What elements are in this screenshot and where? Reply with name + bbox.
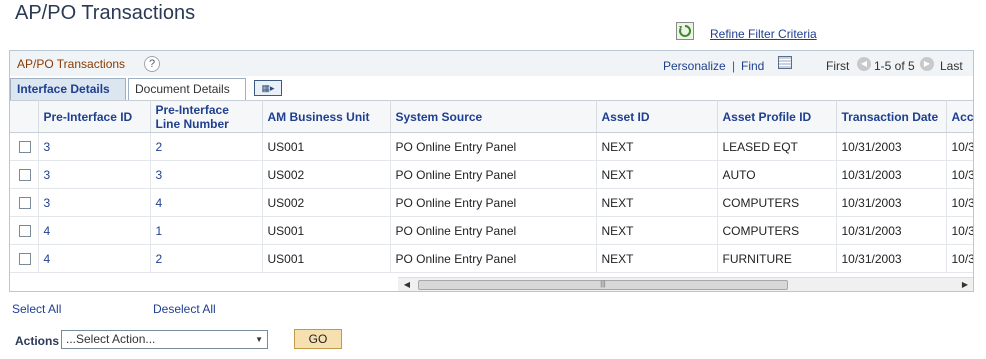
scroll-thumb[interactable]: |||: [418, 280, 788, 290]
chevron-down-icon: ▼: [255, 335, 263, 344]
last-label: Last: [940, 59, 963, 73]
column-header[interactable]: Acco: [946, 100, 973, 133]
line-number-link[interactable]: 2: [150, 132, 263, 161]
pre-interface-id-link[interactable]: 3: [38, 160, 151, 189]
asset-profile-cell: LEASED EQT: [717, 132, 837, 161]
next-arrow-icon[interactable]: ▶: [920, 57, 934, 71]
select-all-link[interactable]: Select All: [12, 302, 61, 316]
system-source-cell: PO Online Entry Panel: [390, 160, 597, 189]
asset-profile-cell: COMPUTERS: [717, 216, 837, 245]
row-checkbox[interactable]: [19, 253, 31, 266]
business-unit-cell: US001: [262, 244, 391, 273]
business-unit-cell: US002: [262, 160, 391, 189]
accounting-date-cell: 10/3: [946, 160, 973, 189]
asset-profile-cell: COMPUTERS: [717, 188, 837, 217]
go-button[interactable]: GO: [294, 329, 342, 349]
accounting-date-cell: 10/3: [946, 216, 973, 245]
pre-interface-id-link[interactable]: 3: [38, 132, 151, 161]
asset-id-cell: NEXT: [596, 132, 718, 161]
pre-interface-id-link[interactable]: 3: [38, 188, 151, 217]
column-header[interactable]: System Source: [390, 100, 597, 133]
asset-id-cell: NEXT: [596, 160, 718, 189]
table-row: 3 2 US001 PO Online Entry Panel NEXT LEA…: [10, 132, 973, 161]
refresh-icon[interactable]: [676, 22, 694, 40]
system-source-cell: PO Online Entry Panel: [390, 132, 597, 161]
line-number-link[interactable]: 2: [150, 244, 263, 273]
find-link[interactable]: Find: [741, 59, 764, 73]
accounting-date-cell: 10/3: [946, 244, 973, 273]
scroll-left-icon[interactable]: ◀: [400, 278, 414, 291]
previous-arrow-icon[interactable]: ◀: [857, 57, 871, 71]
row-checkbox[interactable]: [19, 225, 31, 238]
column-header[interactable]: Transaction Date: [836, 100, 947, 133]
actions-selected-value: ...Select Action...: [66, 332, 156, 346]
horizontal-scrollbar[interactable]: ◀ ||| ▶: [398, 277, 973, 291]
system-source-cell: PO Online Entry Panel: [390, 216, 597, 245]
table-row: 4 1 US001 PO Online Entry Panel NEXT COM…: [10, 216, 973, 245]
accounting-date-cell: 10/3: [946, 188, 973, 217]
personalize-link[interactable]: Personalize: [663, 59, 726, 73]
asset-id-cell: NEXT: [596, 216, 718, 245]
business-unit-cell: US001: [262, 216, 391, 245]
line-number-link[interactable]: 4: [150, 188, 263, 217]
column-header[interactable]: AM Business Unit: [262, 100, 391, 133]
asset-id-cell: NEXT: [596, 244, 718, 273]
transaction-date-cell: 10/31/2003: [836, 132, 947, 161]
business-unit-cell: US001: [262, 132, 391, 161]
table-header-row: Pre-Interface ID Pre-Interface Line Numb…: [10, 100, 973, 133]
transactions-grid: AP/PO Transactions ? Personalize | Find …: [9, 50, 974, 292]
row-range: 1-5 of 5: [874, 59, 915, 73]
actions-dropdown[interactable]: ...Select Action... ▼: [61, 330, 268, 349]
pre-interface-id-link[interactable]: 4: [38, 216, 151, 245]
table-row: 4 2 US001 PO Online Entry Panel NEXT FUR…: [10, 244, 973, 273]
transaction-date-cell: 10/31/2003: [836, 160, 947, 189]
asset-profile-cell: AUTO: [717, 160, 837, 189]
asset-id-cell: NEXT: [596, 188, 718, 217]
system-source-cell: PO Online Entry Panel: [390, 188, 597, 217]
scroll-right-icon[interactable]: ▶: [958, 278, 972, 291]
select-column-header: [10, 100, 39, 133]
page-title: AP/PO Transactions: [15, 2, 196, 24]
row-checkbox[interactable]: [19, 141, 31, 154]
column-header[interactable]: Pre-Interface Line Number: [150, 100, 263, 133]
data-table: Pre-Interface ID Pre-Interface Line Numb…: [10, 100, 973, 273]
first-label: First: [826, 59, 850, 73]
transaction-date-cell: 10/31/2003: [836, 216, 947, 245]
help-icon[interactable]: ?: [144, 56, 160, 72]
row-checkbox[interactable]: [19, 169, 31, 182]
separator: |: [732, 59, 736, 73]
tab-interface-details[interactable]: Interface Details: [10, 78, 126, 100]
transaction-date-cell: 10/31/2003: [836, 188, 947, 217]
grid-title: AP/PO Transactions: [17, 57, 126, 71]
column-header[interactable]: Pre-Interface ID: [38, 100, 151, 133]
asset-profile-cell: FURNITURE: [717, 244, 837, 273]
transaction-date-cell: 10/31/2003: [836, 244, 947, 273]
table-row: 3 3 US002 PO Online Entry Panel NEXT AUT…: [10, 160, 973, 189]
pre-interface-id-link[interactable]: 4: [38, 244, 151, 273]
row-checkbox[interactable]: [19, 197, 31, 210]
grid-header: AP/PO Transactions ? Personalize | Find …: [10, 51, 973, 76]
system-source-cell: PO Online Entry Panel: [390, 244, 597, 273]
column-header[interactable]: Asset Profile ID: [717, 100, 837, 133]
tab-document-details[interactable]: Document Details: [128, 78, 246, 100]
expand-grid-icon[interactable]: ▦▸: [254, 80, 282, 96]
table-row: 3 4 US002 PO Online Entry Panel NEXT COM…: [10, 188, 973, 217]
accounting-date-cell: 10/3: [946, 132, 973, 161]
column-header[interactable]: Asset ID: [596, 100, 718, 133]
business-unit-cell: US002: [262, 188, 391, 217]
actions-label: Actions: [15, 334, 60, 348]
deselect-all-link[interactable]: Deselect All: [153, 302, 216, 316]
line-number-link[interactable]: 3: [150, 160, 263, 189]
download-icon[interactable]: [778, 56, 792, 69]
refine-filter-link[interactable]: Refine Filter Criteria: [710, 27, 817, 41]
line-number-link[interactable]: 1: [150, 216, 263, 245]
